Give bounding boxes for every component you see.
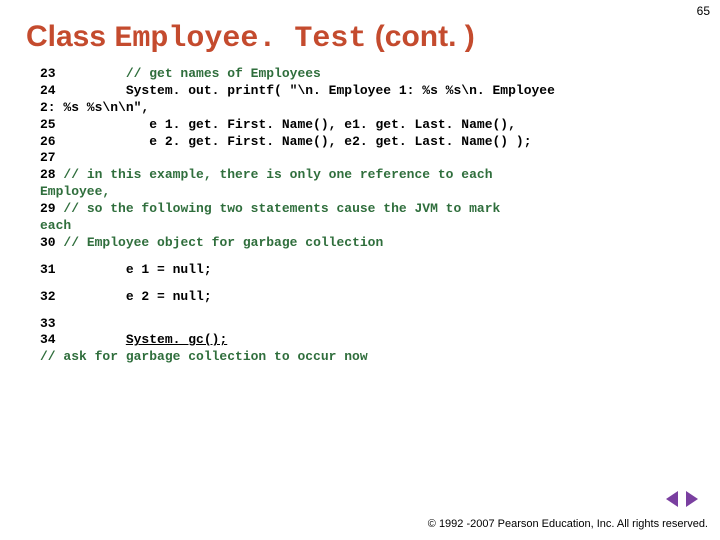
next-icon[interactable]: [686, 491, 698, 507]
title-suffix: (cont. ): [366, 20, 474, 53]
comment: Employee,: [40, 184, 110, 199]
code-block-3: 32 e 2 = null;: [40, 289, 690, 306]
code-text: e 2. get. First. Name(), e2. get. Last. …: [149, 134, 531, 149]
title-prefix: Class: [26, 20, 114, 53]
line-num: 28: [40, 167, 56, 182]
line-num: 30: [40, 235, 56, 250]
comment: // so the following two statements cause…: [63, 201, 500, 216]
code-text: System. gc();: [126, 332, 227, 347]
comment: // ask for garbage collection to occur n…: [40, 349, 368, 364]
comment: each: [40, 218, 71, 233]
code-block-2: 31 e 1 = null;: [40, 262, 690, 279]
title-mono: Employee. Test: [114, 22, 366, 56]
line-num: 31: [40, 262, 56, 277]
comment: // get names of Employees: [126, 66, 321, 81]
code-block-4: 33 34 System. gc(); // ask for garbage c…: [40, 316, 690, 367]
line-num: 32: [40, 289, 56, 304]
comment: // Employee object for garbage collectio…: [63, 235, 383, 250]
page-number: 65: [697, 4, 710, 18]
code-text: e 2 = null;: [126, 289, 212, 304]
copyright-footer: © 1992 -2007 Pearson Education, Inc. All…: [428, 518, 708, 530]
slide-title: Class Employee. Test (cont. ): [0, 0, 720, 66]
line-num: 33: [40, 316, 56, 331]
prev-icon[interactable]: [666, 491, 678, 507]
code-text: 2: %s %s\n\n",: [40, 100, 149, 115]
code-text: System. out. printf( "\n. Employee 1: %s…: [126, 83, 555, 98]
nav-controls: [664, 491, 700, 512]
code-text: e 1. get. First. Name(), e1. get. Last. …: [149, 117, 516, 132]
line-num: 29: [40, 201, 56, 216]
comment: // in this example, there is only one re…: [63, 167, 492, 182]
code-text: e 1 = null;: [126, 262, 212, 277]
line-num: 24: [40, 83, 56, 98]
line-num: 25: [40, 117, 56, 132]
code-listing: 23 // get names of Employees 24 System. …: [0, 66, 720, 366]
line-num: 26: [40, 134, 56, 149]
line-num: 34: [40, 332, 56, 347]
line-num: 23: [40, 66, 56, 81]
code-block-1: 23 // get names of Employees 24 System. …: [40, 66, 690, 252]
line-num: 27: [40, 150, 56, 165]
